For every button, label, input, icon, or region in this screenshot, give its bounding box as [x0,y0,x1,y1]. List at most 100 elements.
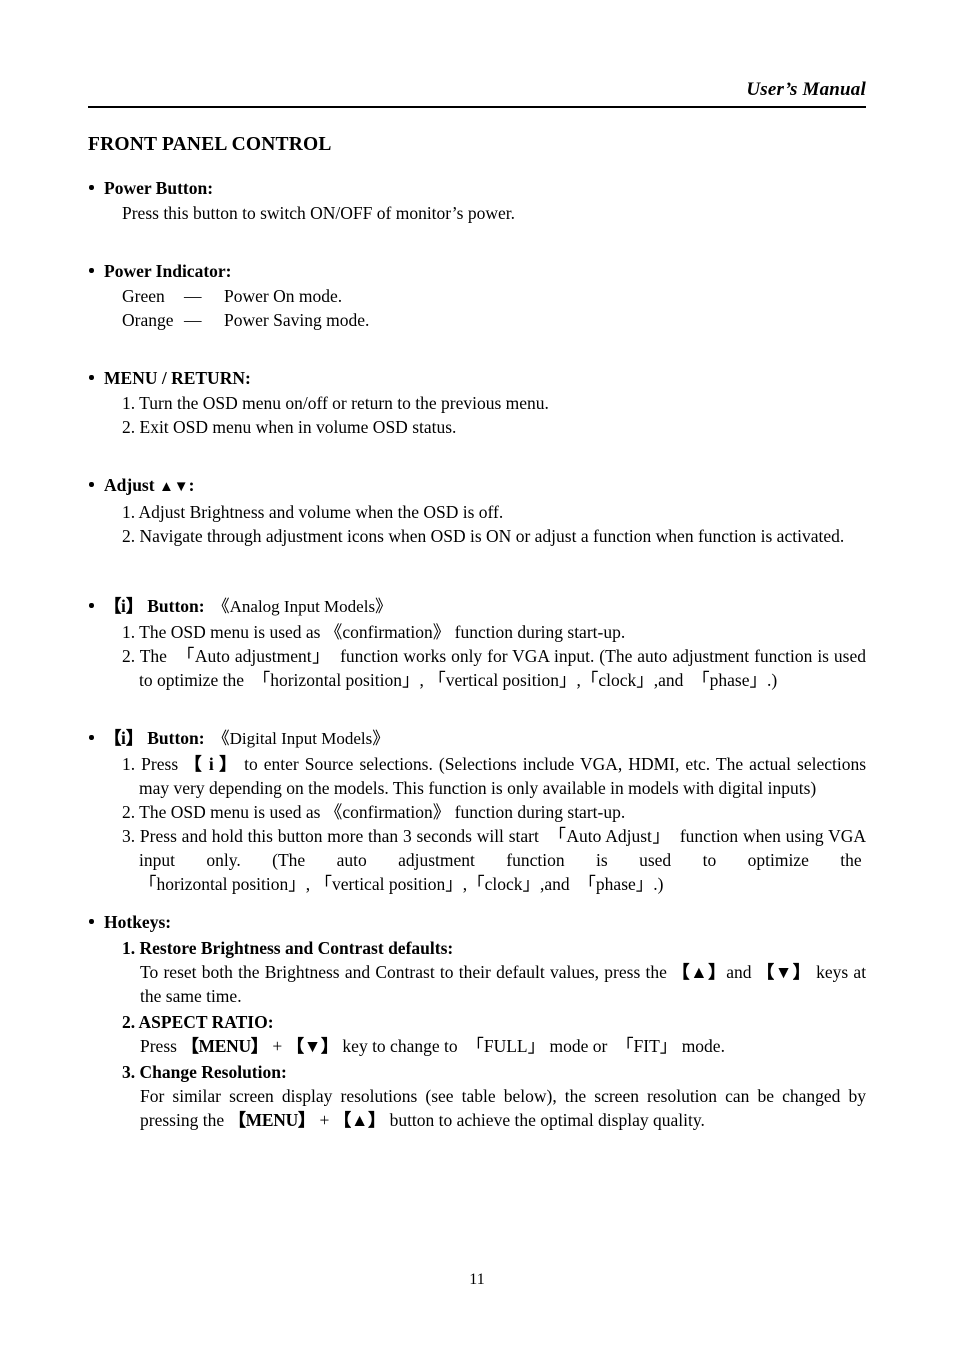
header-title: User’s Manual [746,79,866,100]
adjust-item-1: 1. Adjust Brightness and volume when the… [122,502,504,522]
hotkey-item-1: 1. Restore Brightness and Contrast defau… [104,936,866,1008]
menu-return-heading: MENU / RETURN: [104,368,251,388]
adjust-body: 1. Adjust Brightness and volume when the… [104,500,866,548]
hotkey-2-body-c: mode or [549,1036,608,1056]
section-i-button-digital: 【i】 Button: 《Digital Input Models》 1. Pre… [88,726,866,896]
adjust-colon: : [188,475,195,495]
menu-return-item-1: 1. Turn the OSD menu on/off or return to… [122,393,549,413]
digital-item-2: 2. The OSD menu is used as 《confirmation… [122,802,626,822]
bullet-icon [89,185,94,190]
power-indicator-row: Orange — Power Saving mode. [122,308,866,332]
power-button-body: Press this button to switch ON/OFF of mo… [104,201,866,225]
i-button-analog-heading: 【i】 Button: 《Analog Input Models》 [104,594,866,619]
hotkey-3-title: 3. Change Resolution: [122,1062,287,1082]
down-key-icon: 【▼】 [756,962,811,982]
up-key-icon: 【▲】 [333,1110,386,1130]
hotkey-item-3: 3. Change Resolution: For similar screen… [104,1060,866,1132]
power-indicator-heading: Power Indicator: [104,261,232,281]
term-clock: 「clock」 [467,874,541,894]
menu-key-icon: 【MENU】 [228,1110,316,1130]
analog-model-note: 《Analog Input Models》 [212,597,393,616]
power-indicator-body: Green — Power On mode. Orange — Power Saving… [104,284,866,332]
power-button-heading: Power Button: [104,178,214,198]
term-fit: 「FIT」 [616,1036,678,1056]
hotkey-2-plus: + [272,1036,283,1056]
bullet-icon [89,482,94,487]
digital-model-note: 《Digital Input Models》 [212,729,390,748]
digital-item-3-e: ,and [540,874,570,894]
term-phase: 「phase」 [692,670,768,690]
digital-item-3-c: , [305,874,311,894]
hotkey-2-title: 2. ASPECT RATIO: [122,1012,274,1032]
page-header: User’s Manual [88,78,866,108]
digital-item-1: 1. Press 【 i 】 to enter Source selection… [122,752,866,800]
analog-item-2-a: 2. The [122,646,167,666]
indicator-mode-label: Power Saving mode. [224,310,370,330]
term-horizontal-position: 「horizontal position」 [139,874,306,894]
section-hotkeys: Hotkeys: 1. Restore Brightness and Contr… [88,910,866,1132]
hotkey-3-body-b: button to achieve the optimal display qu… [389,1110,705,1130]
i-button-analog-body: 1. The OSD menu is used as 《confirmation… [104,620,866,692]
indicator-mode-label: Power On mode. [224,286,343,306]
bullet-icon [89,919,94,924]
indicator-dash: — [184,286,202,306]
hotkey-1-title: 1. Restore Brightness and Contrast defau… [122,938,454,958]
analog-item-2: 2. The 「Auto adjustment」 function works … [122,644,866,692]
term-phase: 「phase」 [578,874,654,894]
indicator-color-label: Orange [122,310,174,330]
menu-key-icon: 【MENU】 [181,1036,268,1056]
hotkey-2-body-d: mode. [681,1036,725,1056]
i-button-digital-body: 1. Press 【 i 】 to enter Source selection… [104,752,866,896]
header-divider [88,106,866,108]
indicator-color-label: Green [122,286,165,306]
analog-item-2-e: ,and [653,670,684,690]
document-page: User’s Manual FRONT PANEL CONTROL Power … [0,0,954,1350]
lenticular-bracket-close-icon: 】 [125,728,144,748]
adjust-heading: Adjust ▲▼: [104,473,866,499]
digital-item-1-b: to enter Source selections. (Selections … [139,754,867,798]
digital-item-3-a: 3. Press and hold this button more than … [122,826,539,846]
power-button-line-1: Press this button to switch ON/OFF of mo… [122,203,515,223]
power-indicator-row: Green — Power On mode. [122,284,866,308]
term-auto-adjust: 「Auto Adjust」 [548,826,671,846]
page-content: FRONT PANEL CONTROL Power Button: Press … [88,132,866,1132]
adjust-label: Adjust [104,475,155,495]
lenticular-bracket-open-icon: 【 [104,596,122,616]
bullet-icon [89,603,94,608]
hotkey-2-body-a: Press [140,1036,177,1056]
analog-item-2-c: , [419,670,424,690]
term-horizontal-position: 「horizontal position」 [252,670,420,690]
bullet-icon [89,375,94,380]
lenticular-bracket-close-icon: 】 [125,596,144,616]
i-button-digital-heading: 【i】 Button: 《Digital Input Models》 [104,726,866,751]
menu-return-body: 1. Turn the OSD menu on/off or return to… [104,391,866,439]
section-power-indicator: Power Indicator: Green — Power On mode. Or… [88,259,866,332]
page-footer: 11 [0,1270,954,1290]
hotkey-item-2: 2. ASPECT RATIO: Press 【MENU】 + 【▼】 key … [104,1010,866,1058]
page-title: FRONT PANEL CONTROL [88,134,332,155]
i-button-heading-label: Button: [147,596,205,616]
section-menu-return: MENU / RETURN: 1. Turn the OSD menu on/o… [88,366,866,439]
menu-return-item-2: 2. Exit OSD menu when in volume OSD stat… [122,417,457,437]
digital-item-3-f: .) [653,874,664,894]
bullet-icon [89,735,94,740]
up-down-arrow-icon: ▲▼ [158,479,189,495]
hotkey-2-body: Press 【MENU】 + 【▼】 key to change to 「FUL… [122,1034,866,1058]
page-number: 11 [469,1271,485,1288]
i-button-heading-label: Button: [147,728,205,748]
indicator-dash: — [184,310,202,330]
term-full: 「FULL」 [466,1036,546,1056]
hotkey-1-body-b: and [726,962,752,982]
adjust-item-2: 2. Navigate through adjustment icons whe… [122,526,845,546]
up-key-icon: 【▲】 [672,962,727,982]
hotkey-2-body-b: key to change to [342,1036,458,1056]
lenticular-bracket-open-icon: 【 [104,728,122,748]
bullet-icon [89,268,94,273]
hotkeys-heading: Hotkeys: [104,912,172,932]
hotkey-3-body: For similar screen display resolutions (… [122,1084,866,1132]
term-vertical-position: 「vertical position」 [314,874,463,894]
down-key-icon: 【▼】 [286,1036,339,1056]
section-i-button-analog: 【i】 Button: 《Analog Input Models》 1. The … [88,594,866,692]
hotkey-1-body: To reset both the Brightness and Contras… [122,960,866,1008]
hotkey-1-body-a: To reset both the Brightness and Contras… [140,962,667,982]
